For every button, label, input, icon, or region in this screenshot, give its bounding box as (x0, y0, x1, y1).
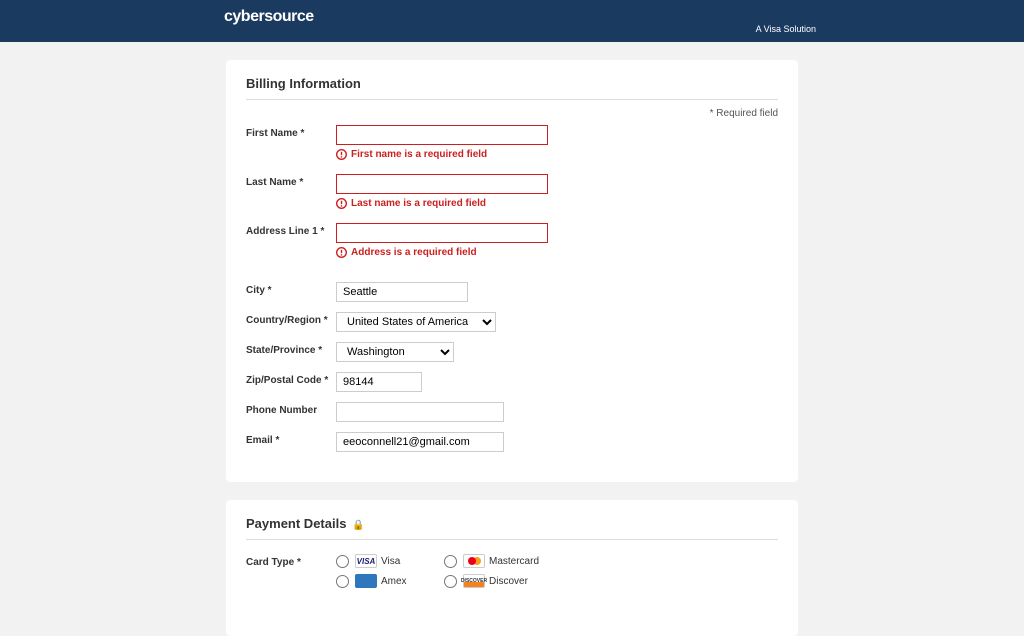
required-note: * Required field (246, 108, 778, 119)
mastercard-logo-icon (463, 554, 485, 568)
payment-heading: Payment Details 🔒 (246, 516, 778, 540)
last-name-error: Last name is a required field (336, 198, 778, 209)
error-icon (336, 149, 347, 160)
address1-label: Address Line 1 * (246, 223, 336, 238)
amex-radio[interactable] (336, 575, 349, 588)
first-name-label: First Name * (246, 125, 336, 140)
last-name-input[interactable] (336, 174, 548, 194)
first-name-error: First name is a required field (336, 149, 778, 160)
email-label: Email * (246, 432, 336, 447)
card-type-mastercard[interactable]: Mastercard (444, 554, 552, 568)
state-label: State/Province * (246, 342, 336, 357)
card-type-amex[interactable]: Amex (336, 574, 444, 588)
brand-logo: cybersource A Visa Solution (224, 8, 818, 34)
country-select[interactable]: United States of America (336, 312, 496, 332)
city-input[interactable] (336, 282, 468, 302)
error-icon (336, 247, 347, 258)
card-type-visa[interactable]: VISA Visa (336, 554, 444, 568)
last-name-label: Last Name * (246, 174, 336, 189)
address1-input[interactable] (336, 223, 548, 243)
amex-logo-icon (355, 574, 377, 588)
visa-logo-icon: VISA (355, 554, 377, 568)
mastercard-radio[interactable] (444, 555, 457, 568)
email-input[interactable] (336, 432, 504, 452)
zip-label: Zip/Postal Code * (246, 372, 336, 387)
phone-input[interactable] (336, 402, 504, 422)
header-bar: cybersource A Visa Solution (0, 0, 1024, 42)
billing-heading: Billing Information (246, 76, 778, 100)
discover-radio[interactable] (444, 575, 457, 588)
zip-input[interactable] (336, 372, 422, 392)
lock-icon: 🔒 (352, 520, 364, 531)
phone-label: Phone Number (246, 402, 336, 417)
state-select[interactable]: Washington (336, 342, 454, 362)
card-type-label: Card Type * (246, 554, 336, 569)
discover-logo-icon: DISCOVER (463, 574, 485, 588)
address1-error: Address is a required field (336, 247, 778, 258)
city-label: City * (246, 282, 336, 297)
card-type-discover[interactable]: DISCOVER Discover (444, 574, 552, 588)
error-icon (336, 198, 347, 209)
payment-card: Payment Details 🔒 Card Type * VISA Visa (226, 500, 798, 636)
billing-card: Billing Information * Required field Fir… (226, 60, 798, 482)
country-label: Country/Region * (246, 312, 336, 327)
first-name-input[interactable] (336, 125, 548, 145)
visa-radio[interactable] (336, 555, 349, 568)
